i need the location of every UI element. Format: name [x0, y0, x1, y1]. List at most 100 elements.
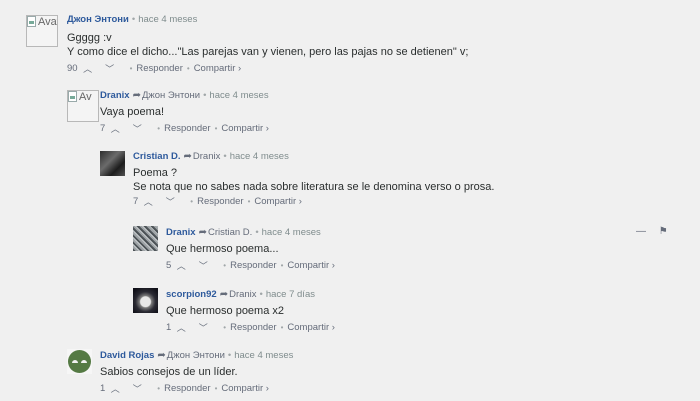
comment-text: Sabios consejos de un líder.	[100, 365, 293, 379]
comment-text: Ggggg :v Y como dice el dicho..."Las par…	[67, 31, 468, 59]
comment-line: Poema ?	[133, 167, 178, 179]
chevron-down-icon[interactable]: ﹀	[131, 123, 143, 135]
comment-side-actions: — ⚑	[636, 226, 678, 237]
comment-meta: scorpion92 ➦Dranix • hace 7 días	[166, 289, 335, 301]
reply-arrow-icon: ➦	[219, 289, 229, 300]
timestamp[interactable]: hace 4 meses	[138, 14, 197, 25]
comment-line: Que hermoso poema x2	[166, 305, 285, 317]
separator-dot: •	[280, 323, 284, 332]
comment-footer: 7 ︿ ﹀ • Responder • Compartir ›	[133, 196, 494, 208]
timestamp[interactable]: hace 4 meses	[234, 350, 293, 361]
comment-footer: 5 ︿ ﹀ • Responder • Compartir ›	[166, 260, 335, 272]
avatar-eye	[72, 360, 78, 363]
chevron-down-icon[interactable]: ﹀	[164, 196, 176, 208]
comment-line: Sabios consejos de un líder.	[100, 366, 238, 378]
comment-footer: 1 ︿ ﹀ • Responder • Compartir ›	[166, 322, 335, 334]
author-name[interactable]: Dranix	[166, 227, 196, 238]
avatar-alt-text: Avat	[38, 16, 58, 28]
comment-line: Que hermoso poema...	[166, 243, 279, 255]
reply-button[interactable]: Responder	[230, 322, 276, 334]
reply-button[interactable]: Responder	[136, 63, 182, 75]
separator-dot: •	[186, 64, 190, 73]
reply-arrow-icon: ➦	[157, 350, 166, 361]
reply-to-name[interactable]: Dranix	[229, 289, 256, 300]
chevron-down-icon[interactable]: ﹀	[131, 383, 143, 395]
avatar[interactable]: Av	[67, 90, 99, 122]
reply-to-name[interactable]: Dranix	[193, 151, 220, 162]
separator-dot: •	[223, 151, 227, 162]
broken-image-icon	[68, 91, 77, 102]
share-button[interactable]: Compartir ›	[221, 383, 269, 395]
comment-line: Se nota que no sabes nada sobre literatu…	[133, 181, 495, 193]
author-name[interactable]: Cristian D.	[133, 151, 181, 162]
avatar[interactable]: Avat	[26, 15, 58, 47]
collapse-button[interactable]: —	[636, 226, 646, 237]
separator-dot: •	[157, 124, 161, 133]
reply-to-name[interactable]: Джон Энтони	[142, 90, 200, 101]
avatar-alt-text: Av	[79, 91, 92, 103]
timestamp[interactable]: hace 4 meses	[262, 227, 321, 238]
vote-count: 7	[100, 123, 106, 134]
vote-count: 5	[166, 260, 172, 271]
timestamp[interactable]: hace 7 días	[266, 289, 315, 300]
timestamp[interactable]: hace 4 meses	[209, 90, 268, 101]
reply-button[interactable]: Responder	[197, 196, 243, 208]
separator-dot: •	[247, 197, 251, 206]
comment-meta: Джон Энтони • hace 4 meses	[67, 14, 468, 26]
comment-text: Que hermoso poema...	[166, 242, 335, 256]
vote-count: 7	[133, 196, 139, 207]
share-button[interactable]: Compartir ›	[194, 63, 242, 75]
chevron-down-icon[interactable]: ﹀	[197, 260, 209, 272]
separator-dot: •	[259, 289, 263, 300]
share-button[interactable]: Compartir ›	[287, 260, 335, 272]
vote-count: 1	[166, 322, 172, 333]
smiley-avatar-icon	[68, 350, 91, 373]
chevron-up-icon[interactable]: ︿	[109, 383, 121, 395]
reply-to-name[interactable]: Джон Энтони	[167, 350, 225, 361]
reply-button[interactable]: Responder	[164, 123, 210, 135]
comment-line: Y como dice el dicho..."Las parejas van …	[67, 46, 469, 58]
author-name[interactable]: David Rojas	[100, 350, 154, 361]
avatar[interactable]	[133, 226, 158, 251]
avatar[interactable]	[67, 349, 92, 374]
comment-meta: Cristian D. ➦Dranix • hace 4 meses	[133, 151, 494, 163]
reply-to-name[interactable]: Cristian D.	[208, 227, 252, 238]
vote-count: 1	[100, 383, 106, 394]
share-button[interactable]: Compartir ›	[221, 123, 269, 135]
flag-icon[interactable]: ⚑	[659, 226, 668, 237]
share-button[interactable]: Compartir ›	[254, 196, 302, 208]
reply-button[interactable]: Responder	[164, 383, 210, 395]
separator-dot: •	[157, 384, 161, 393]
share-button[interactable]: Compartir ›	[287, 322, 335, 334]
author-name[interactable]: scorpion92	[166, 289, 217, 300]
chevron-down-icon[interactable]: ﹀	[197, 322, 209, 334]
avatar[interactable]	[133, 288, 158, 313]
separator-dot: •	[255, 227, 259, 238]
comment-meta: Dranix ➦Cristian D. • hace 4 meses	[166, 227, 335, 239]
separator-dot: •	[214, 384, 218, 393]
comment-footer: 7 ︿ ﹀ • Responder • Compartir ›	[100, 123, 269, 135]
separator-dot: •	[129, 64, 133, 73]
reply-arrow-icon: ➦	[183, 151, 192, 162]
comment-footer: 1 ︿ ﹀ • Responder • Compartir ›	[100, 383, 293, 395]
separator-dot: •	[227, 350, 232, 361]
avatar[interactable]	[100, 151, 125, 176]
author-name[interactable]: Dranix	[100, 90, 130, 101]
chevron-down-icon[interactable]: ﹀	[104, 63, 116, 75]
comment-meta: David Rojas ➦Джон Энтони • hace 4 meses	[100, 350, 293, 362]
comment-footer: 90 ︿ ﹀ • Responder • Compartir ›	[67, 63, 468, 75]
comment-text: Vaya poema!	[100, 105, 269, 119]
author-name[interactable]: Джон Энтони	[67, 14, 129, 25]
comment-line: Vaya poema!	[100, 106, 165, 118]
separator-dot: •	[280, 261, 284, 270]
separator-dot: •	[223, 261, 227, 270]
separator-dot: •	[223, 323, 227, 332]
chevron-up-icon[interactable]: ︿	[109, 123, 121, 135]
reply-button[interactable]: Responder	[230, 260, 276, 272]
reply-arrow-icon: ➦	[198, 227, 207, 238]
chevron-up-icon[interactable]: ︿	[175, 322, 187, 334]
timestamp[interactable]: hace 4 meses	[230, 151, 289, 162]
chevron-up-icon[interactable]: ︿	[142, 196, 154, 208]
chevron-up-icon[interactable]: ︿	[82, 63, 94, 75]
chevron-up-icon[interactable]: ︿	[175, 260, 187, 272]
